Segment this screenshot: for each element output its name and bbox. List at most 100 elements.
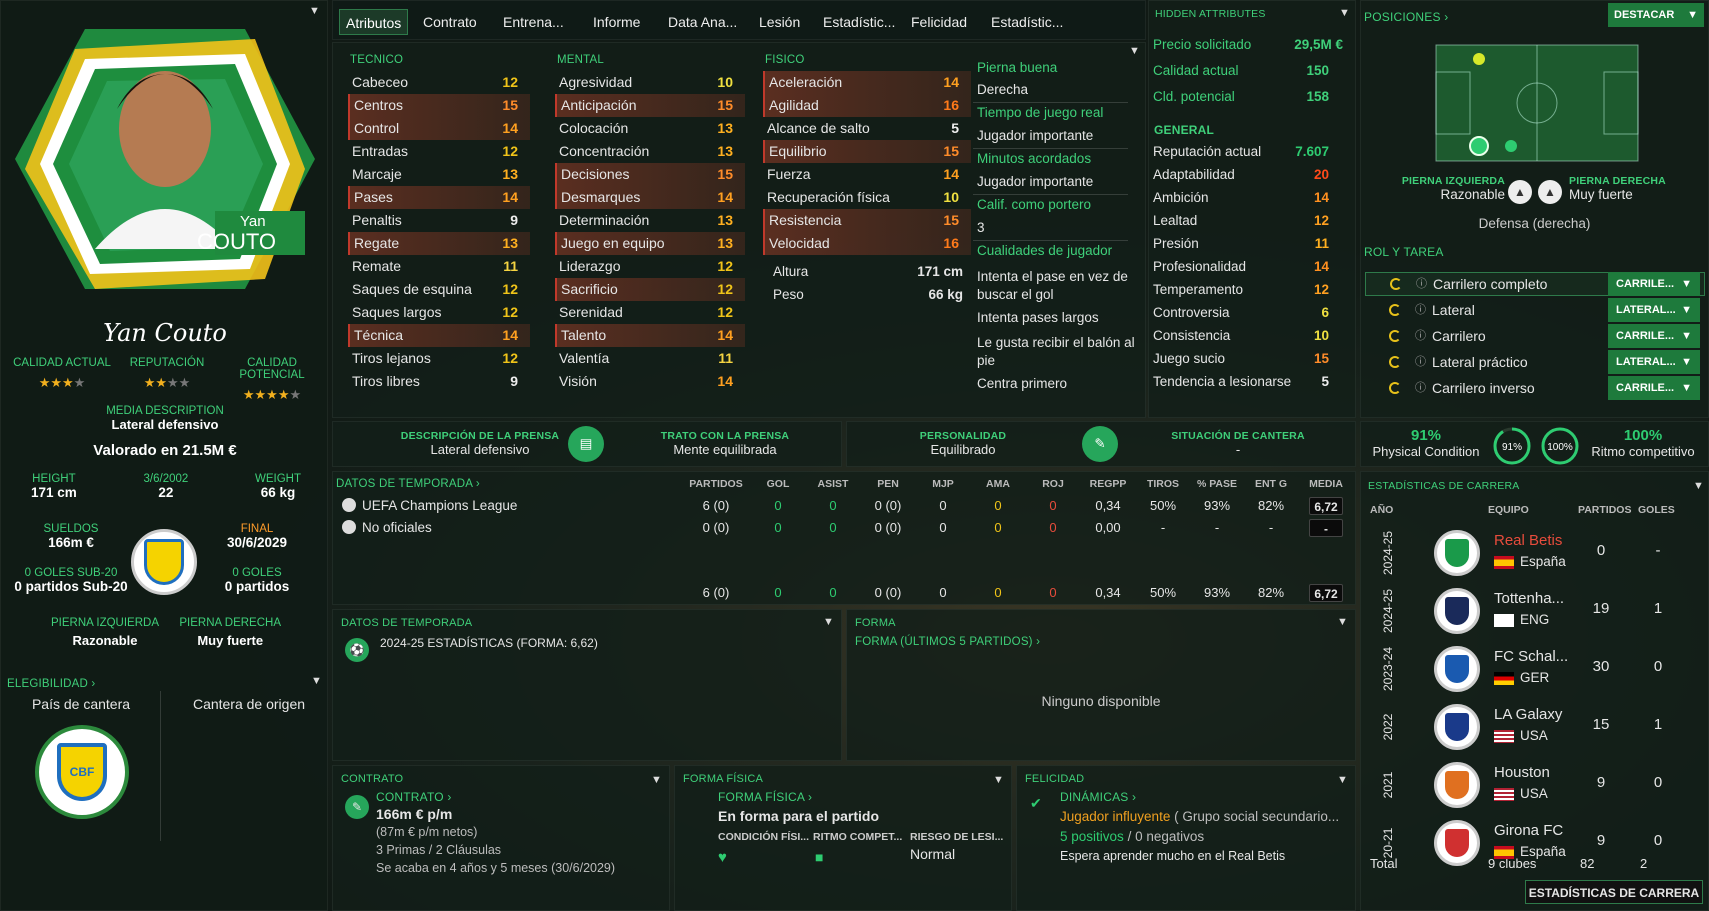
tab-report[interactable]: Informe [587,9,646,35]
attribute-row[interactable]: Agresividad 10 [555,71,745,94]
attribute-row[interactable]: Aceleración 14 [763,71,971,94]
info-icon[interactable]: ⓘ [1415,324,1426,348]
attribute-row[interactable]: Anticipación 15 [555,94,745,117]
press-description-value: Lateral defensivo [430,442,530,457]
career-stats-button[interactable]: ESTADÍSTICAS DE CARRERA [1525,880,1703,904]
attribute-row[interactable]: Velocidad 16 [763,232,971,255]
chevron-down-icon[interactable]: ▼ [1693,480,1704,492]
highlight-button[interactable]: DESTACAR ▼ [1608,3,1704,27]
tab-happiness[interactable]: Felicidad [905,9,973,35]
tab-training[interactable]: Entrena... [497,9,570,35]
duty-dropdown[interactable]: LATERAL... ▼ [1608,350,1700,374]
attribute-row[interactable]: Liderazgo 12 [555,255,745,278]
season-stats-header[interactable]: DATOS DE TEMPORADA › [336,478,480,490]
match-sharpness-value: 100% [1623,427,1663,444]
injury-risk-value: Normal [910,846,956,862]
competition-name[interactable]: UEFA Champions League [362,498,517,513]
attribute-row[interactable]: Saques largos 12 [348,301,530,324]
attribute-row[interactable]: Marcaje 13 [348,163,530,186]
duty-dropdown[interactable]: CARRILE... ▼ [1608,272,1700,296]
attribute-row[interactable]: Alcance de salto 5 [763,117,971,140]
contract-link[interactable]: CONTRATO › [376,790,452,804]
attribute-row[interactable]: Equilibrio 15 [763,140,971,163]
chevron-down-icon[interactable]: ▼ [823,616,834,628]
chevron-down-icon[interactable]: ▼ [1337,616,1348,628]
cbf-crest[interactable]: CBF [35,725,129,819]
attribute-row[interactable]: Desmarques 14 [555,186,745,209]
attribute-row[interactable]: Regate 13 [348,232,530,255]
attribute-row[interactable]: Agilidad 16 [763,94,971,117]
info-icon[interactable]: ⓘ [1416,272,1427,296]
attribute-row[interactable]: Pases 14 [348,186,530,209]
attribute-value: 9 [510,373,518,389]
attribute-row[interactable]: Valentía 11 [555,347,745,370]
eligibility-header[interactable]: ELEGIBILIDAD › [7,678,95,690]
attribute-row[interactable]: Sacrificio 12 [555,278,745,301]
club-name[interactable]: FC Schal... [1494,648,1568,665]
tab-injury[interactable]: Lesión [753,9,806,35]
attribute-row[interactable]: Resistencia 15 [763,209,971,232]
tab-statistics-2[interactable]: Estadístic... [985,9,1069,35]
hidden-attribute-value: 7.607 [1295,144,1329,159]
attribute-row[interactable]: Visión 14 [555,370,745,393]
duty-dropdown[interactable]: LATERAL... ▼ [1608,298,1700,322]
attribute-row[interactable]: Cabeceo 12 [348,71,530,94]
dynamics-link[interactable]: DINÁMICAS › [1060,790,1136,804]
form-last5-link[interactable]: FORMA (ÚLTIMOS 5 PARTIDOS) › [855,636,1040,648]
career-row[interactable]: 2024-25 Real Betis España 0 - [1368,526,1706,582]
career-row[interactable]: 2021 Houston USA 9 0 [1368,758,1706,814]
chevron-down-icon[interactable]: ▼ [311,675,322,687]
chevron-down-icon[interactable]: ▼ [309,5,320,17]
chevron-down-icon[interactable]: ▼ [651,774,662,786]
chevron-down-icon[interactable]: ▼ [993,774,1004,786]
attribute-row[interactable]: Juego en equipo 13 [555,232,745,255]
attribute-row[interactable]: Tiros lejanos 12 [348,347,530,370]
positions-header[interactable]: POSICIONES › [1364,10,1448,24]
career-row[interactable]: 2022 LA Galaxy USA 15 1 [1368,700,1706,756]
attribute-row[interactable]: Penaltis 9 [348,209,530,232]
career-row[interactable]: 2024-25 Tottenha... ENG 19 1 [1368,584,1706,640]
club-name[interactable]: LA Galaxy [1494,706,1562,723]
attribute-row[interactable]: Técnica 14 [348,324,530,347]
club-crest [1434,530,1480,576]
info-icon[interactable]: ⓘ [1415,350,1426,374]
chevron-down-icon[interactable]: ▼ [1339,7,1350,19]
tab-attributes[interactable]: Atributos [339,9,409,35]
duty-dropdown[interactable]: CARRILE... ▼ [1608,324,1700,348]
info-icon[interactable]: ⓘ [1415,298,1426,322]
tab-statistics[interactable]: Estadístic... [817,9,901,35]
tab-contract[interactable]: Contrato [417,9,483,35]
club-name[interactable]: Tottenha... [1494,590,1564,607]
chevron-down-icon[interactable]: ▼ [1129,45,1140,57]
fitness-link[interactable]: FORMA FÍSICA › [718,790,812,804]
attribute-row[interactable]: Colocación 13 [555,117,745,140]
attribute-value: 13 [717,235,733,251]
tab-data-analysis[interactable]: Data Ana... [662,9,743,35]
attribute-row[interactable]: Decisiones 15 [555,163,745,186]
attribute-row[interactable]: Saques de esquina 12 [348,278,530,301]
attribute-row[interactable]: Tiros libres 9 [348,370,530,393]
attribute-row[interactable]: Concentración 13 [555,140,745,163]
attribute-value: 12 [717,258,733,274]
attribute-row[interactable]: Remate 11 [348,255,530,278]
hidden-attribute-row: Lealtad 12 [1153,210,1343,232]
attribute-row[interactable]: Determinación 13 [555,209,745,232]
chevron-down-icon[interactable]: ▼ [1337,774,1348,786]
attribute-row[interactable]: Recuperación física 10 [763,186,971,209]
attribute-row[interactable]: Serenidad 12 [555,301,745,324]
attribute-row[interactable]: Fuerza 14 [763,163,971,186]
club-name[interactable]: Real Betis [1494,532,1562,549]
attribute-name: Centros [354,97,404,113]
career-row[interactable]: 20-21 Girona FC España 9 0 [1368,816,1706,872]
competition-name[interactable]: No oficiales [362,520,432,535]
club-name[interactable]: Houston [1494,764,1550,781]
attribute-row[interactable]: Control 14 [348,117,530,140]
info-icon[interactable]: ⓘ [1415,376,1426,400]
attribute-row[interactable]: Entradas 12 [348,140,530,163]
career-row[interactable]: 2023-24 FC Schal... GER 30 0 [1368,642,1706,698]
attribute-row[interactable]: Talento 14 [555,324,745,347]
hidden-attribute-name: Juego sucio [1153,351,1226,366]
duty-dropdown[interactable]: CARRILE... ▼ [1608,376,1700,400]
attribute-row[interactable]: Centros 15 [348,94,530,117]
club-name[interactable]: Girona FC [1494,822,1563,839]
